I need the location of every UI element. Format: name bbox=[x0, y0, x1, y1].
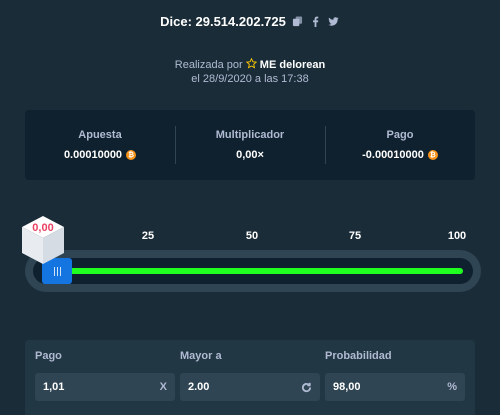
chance-suffix: % bbox=[447, 381, 457, 393]
payout-field: Pago 1,01 X bbox=[35, 350, 175, 401]
twitter-icon[interactable] bbox=[328, 16, 340, 28]
bet-stats-panel: Apuesta 0.00010000 ₿ Multiplicador 0,00×… bbox=[25, 110, 475, 180]
byline-prefix: Realizada por bbox=[174, 59, 243, 71]
username-link[interactable]: ME delorean bbox=[260, 59, 325, 71]
stat-multiplier-label: Multiplicador bbox=[215, 129, 285, 141]
slider-tick: 50 bbox=[245, 230, 259, 242]
stat-bet-value-wrap: 0.00010000 ₿ bbox=[63, 149, 137, 161]
slider-track bbox=[43, 268, 463, 274]
slider-tick: 100 bbox=[447, 230, 467, 242]
stat-payout-value: -0.00010000 bbox=[362, 149, 424, 161]
roll-over-field: Mayor a 2.00 bbox=[180, 350, 320, 401]
stat-bet: Apuesta 0.00010000 ₿ bbox=[25, 110, 175, 180]
roll-over-input[interactable]: 2.00 bbox=[180, 373, 320, 401]
roll-over-value: 2.00 bbox=[188, 381, 210, 393]
bet-byline: Realizada por ME delorean el 28/9/2020 a… bbox=[0, 57, 500, 86]
chance-value: 98,00 bbox=[333, 381, 361, 393]
slider-tick: 25 bbox=[141, 230, 155, 242]
bet-header: Dice: 29.514.202.725 bbox=[0, 14, 500, 29]
stat-multiplier: Multiplicador 0,00× bbox=[175, 110, 325, 180]
handle-grip bbox=[59, 266, 61, 276]
stat-bet-value: 0.00010000 bbox=[63, 149, 123, 161]
chance-input[interactable]: 98,00 % bbox=[325, 373, 465, 401]
bet-inputs-panel: Pago 1,01 X Mayor a 2.00 Probabilidad 98… bbox=[25, 340, 475, 415]
stat-payout: Pago -0.00010000 ₿ bbox=[325, 110, 475, 180]
slider-ticks: 25 50 75 100 bbox=[0, 230, 500, 244]
payout-input[interactable]: 1,01 X bbox=[35, 373, 175, 401]
bitcoin-icon: ₿ bbox=[126, 150, 137, 160]
stat-payout-label: Pago bbox=[386, 129, 414, 141]
chance-field: Probabilidad 98,00 % bbox=[325, 350, 465, 401]
chance-label: Probabilidad bbox=[325, 350, 392, 362]
stat-payout-value-wrap: -0.00010000 ₿ bbox=[362, 149, 438, 161]
handle-grip bbox=[56, 266, 58, 276]
payout-suffix: X bbox=[159, 381, 167, 393]
handle-grip bbox=[53, 266, 55, 276]
facebook-icon[interactable] bbox=[310, 16, 322, 28]
refresh-icon[interactable] bbox=[301, 382, 312, 393]
stat-multiplier-value: 0,00× bbox=[236, 149, 264, 161]
stat-bet-label: Apuesta bbox=[78, 129, 122, 141]
copy-icon[interactable] bbox=[292, 16, 304, 28]
dice-slider bbox=[25, 250, 481, 292]
roll-over-label: Mayor a bbox=[180, 350, 222, 362]
bet-timestamp: el 28/9/2020 a las 17:38 bbox=[191, 73, 309, 85]
dice-result-value: 0,00 bbox=[32, 222, 54, 234]
slider-tick: 75 bbox=[348, 230, 362, 242]
payout-value: 1,01 bbox=[43, 381, 65, 393]
slider-inner bbox=[33, 258, 473, 284]
slider-win-range bbox=[51, 268, 463, 274]
star-icon bbox=[245, 57, 257, 69]
payout-label: Pago bbox=[35, 350, 62, 362]
page-title: Dice: 29.514.202.725 bbox=[160, 14, 286, 29]
bitcoin-icon: ₿ bbox=[427, 150, 438, 160]
